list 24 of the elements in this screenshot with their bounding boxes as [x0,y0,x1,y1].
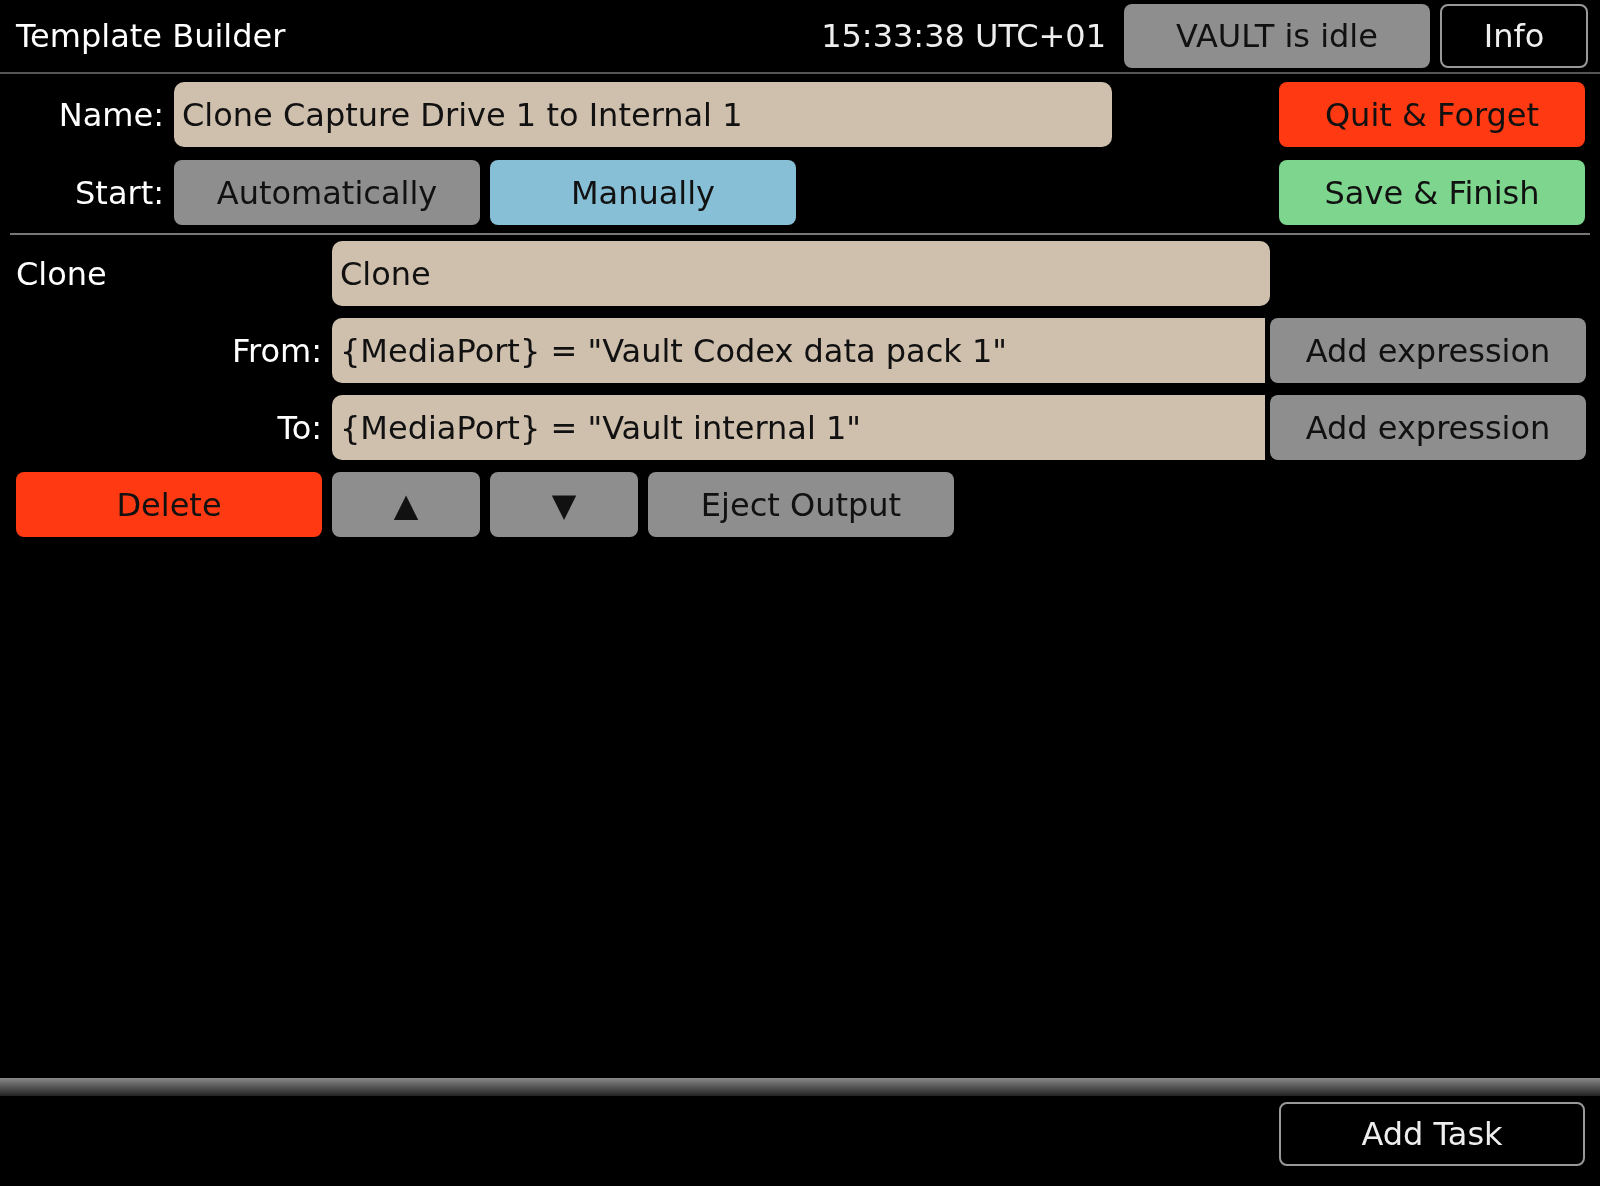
name-field[interactable]: Clone Capture Drive 1 to Internal 1 [174,82,1112,147]
task-button[interactable]: Delete [16,472,322,537]
start-option-button[interactable]: Automatically [174,160,480,225]
name-label: Name: [57,95,164,134]
task-type-label: Clone [16,254,108,293]
clock-time: 15:33:38 UTC+01 [821,17,1106,55]
action-button[interactable]: Quit & Forget [1279,82,1585,147]
task-button[interactable]: Eject Output [648,472,954,537]
task-button[interactable]: ▼ [490,472,638,537]
expression-field[interactable]: {MediaPort} = "Vault internal 1" [332,395,1265,460]
field-label: To: [276,408,322,447]
window-title: Template Builder [16,17,287,55]
add-task-button[interactable]: Add Task [1279,1102,1585,1166]
task-name-field[interactable]: Clone [332,241,1270,306]
action-button[interactable]: Save & Finish [1279,160,1585,225]
start-label: Start: [74,173,164,212]
start-option-button[interactable]: Manually [490,160,796,225]
task-button[interactable]: ▲ [332,472,480,537]
add-expression-button[interactable]: Add expression [1270,395,1586,460]
expression-field[interactable]: {MediaPort} = "Vault Codex data pack 1" [332,318,1265,383]
status-button[interactable]: VAULT is idle [1124,4,1430,68]
add-expression-button[interactable]: Add expression [1270,318,1586,383]
field-label: From: [230,331,322,370]
info-button[interactable]: Info [1440,4,1588,68]
